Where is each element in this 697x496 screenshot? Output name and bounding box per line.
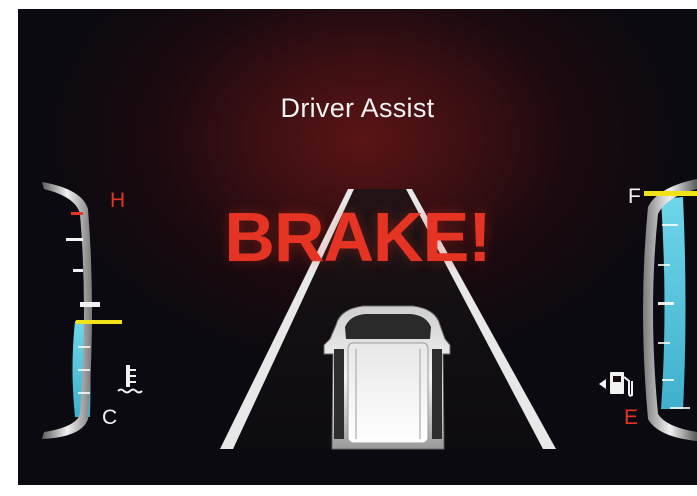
coolant-temperature-icon	[117, 365, 143, 394]
fuel-full-label: F	[628, 185, 641, 208]
fuel-empty-label: E	[624, 406, 639, 429]
screen-title: Driver Assist	[280, 93, 435, 123]
temperature-low-label: C	[102, 406, 118, 429]
fuel-pump-icon	[599, 372, 633, 397]
temperature-indicator-needle	[76, 320, 122, 324]
instrument-cluster-display: Driver Assist BRAKE! H C F E	[18, 9, 697, 485]
fuel-indicator-needle	[644, 191, 697, 196]
temperature-high-label: H	[110, 189, 126, 212]
